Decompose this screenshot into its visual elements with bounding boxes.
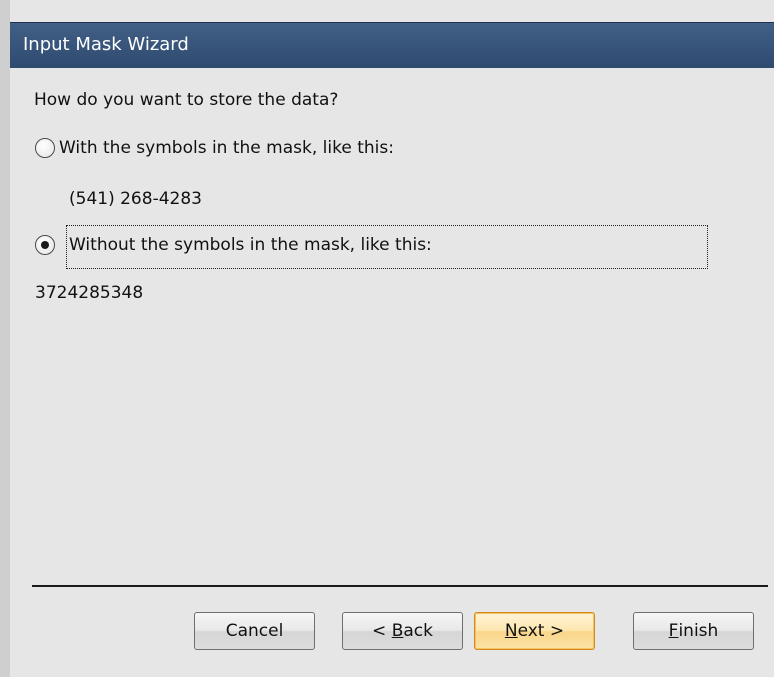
option-with-symbols[interactable]: With the symbols in the mask, like this:	[35, 137, 515, 161]
radio-with-symbols[interactable]	[35, 138, 55, 158]
back-button[interactable]: < Back	[342, 612, 463, 650]
input-mask-wizard-window: Input Mask Wizard How do you want to sto…	[0, 0, 774, 677]
option-with-symbols-label[interactable]: With the symbols in the mask, like this:	[59, 137, 394, 159]
next-button-label: ext >	[517, 621, 565, 641]
title-bar[interactable]: Input Mask Wizard	[10, 22, 774, 68]
button-separator	[32, 585, 768, 587]
cancel-button-label: Cancel	[225, 621, 284, 641]
finish-button-mnemonic: F	[668, 621, 679, 641]
finish-button-label: inish	[678, 621, 719, 641]
radio-selected-dot	[41, 241, 49, 249]
window-title: Input Mask Wizard	[23, 34, 189, 55]
storage-question: How do you want to store the data?	[34, 90, 339, 110]
example-with-symbols: (541) 268-4283	[69, 189, 202, 209]
finish-button[interactable]: Finish	[633, 612, 754, 650]
option-without-symbols-label[interactable]: Without the symbols in the mask, like th…	[69, 234, 432, 256]
radio-without-symbols[interactable]	[35, 235, 55, 255]
example-without-symbols: 3724285348	[35, 283, 144, 303]
back-button-label: ack	[403, 621, 433, 641]
option-without-symbols[interactable]: Without the symbols in the mask, like th…	[35, 234, 715, 258]
cancel-button[interactable]: Cancel	[194, 612, 315, 650]
wizard-content: How do you want to store the data? With …	[10, 68, 774, 677]
window-left-edge	[0, 0, 10, 677]
back-button-mnemonic: B	[391, 621, 404, 641]
back-button-prefix: <	[372, 621, 392, 641]
next-button[interactable]: Next >	[474, 612, 595, 650]
next-button-mnemonic: N	[504, 621, 518, 641]
